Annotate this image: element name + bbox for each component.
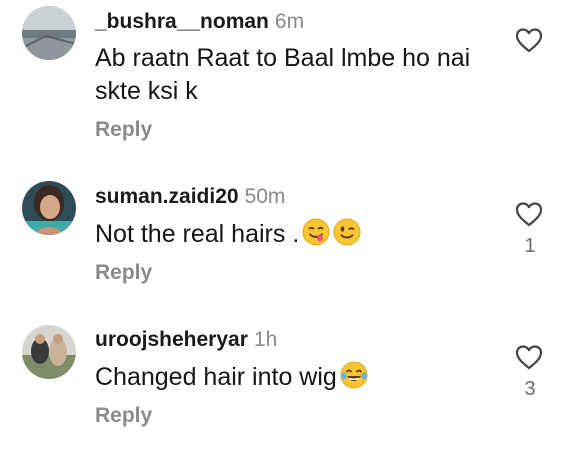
comment-header: _bushra__noman 6m [95, 9, 304, 35]
timestamp: 50m [244, 185, 286, 208]
reply-button[interactable]: Reply [95, 118, 152, 142]
comment-text-content: Not the real hairs . [95, 220, 300, 248]
face-savoring-food-icon [302, 218, 330, 246]
comment-item: _bushra__noman 6m Ab raatn Raat to Baal l… [0, 0, 570, 150]
comment-header: suman.zaidi20 50m [95, 184, 285, 210]
username[interactable]: uroojsheheryar [95, 328, 248, 351]
comment-text: Ab raatn Raat to Baal lmbe ho nai skte k… [95, 44, 471, 105]
comment-item: suman.zaidi20 50m Not the real hairs . Re… [0, 150, 570, 300]
avatar[interactable] [22, 325, 76, 379]
avatar[interactable] [22, 6, 76, 60]
like-count[interactable]: 1 [522, 235, 538, 258]
heart-outline-icon[interactable] [514, 26, 544, 54]
heart-outline-icon[interactable] [514, 343, 544, 371]
comment-item: uroojsheheryar 1h Changed hair into wig R… [0, 300, 570, 449]
like-count[interactable]: 3 [522, 378, 538, 401]
comment-header: uroojsheheryar 1h [95, 327, 277, 353]
comment-text: Changed hair into wig [95, 361, 505, 394]
winking-face-icon [333, 218, 361, 246]
avatar[interactable] [22, 181, 76, 235]
comments-list: _bushra__noman 6m Ab raatn Raat to Baal l… [0, 0, 570, 449]
username[interactable]: _bushra__noman [95, 10, 269, 33]
comment-text-content: Changed hair into wig [95, 363, 337, 391]
face-with-tears-of-joy-icon [340, 361, 368, 389]
heart-outline-icon[interactable] [514, 200, 544, 228]
timestamp: 6m [274, 10, 305, 33]
username[interactable]: suman.zaidi20 [95, 185, 239, 208]
reply-button[interactable]: Reply [95, 404, 152, 428]
timestamp: 1h [253, 328, 278, 351]
reply-button[interactable]: Reply [95, 261, 152, 285]
comment-text: Not the real hairs . [95, 218, 505, 251]
